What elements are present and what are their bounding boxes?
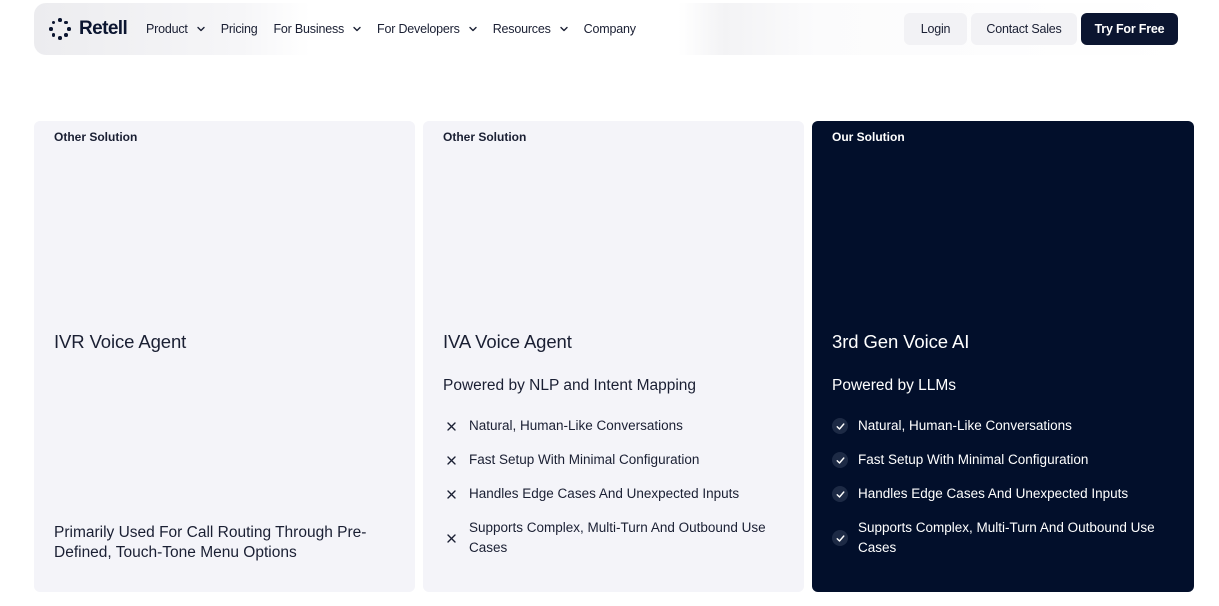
retell-logo-icon [49,18,71,40]
feature-item: Supports Complex, Multi-Turn And Outboun… [832,518,1177,558]
feature-item: Fast Setup With Minimal Configuration [443,450,788,470]
feature-item: Supports Complex, Multi-Turn And Outboun… [443,518,788,558]
nav-item-label: Pricing [220,22,258,36]
top-navbar: Retell Product Pricing For Business For … [34,3,1185,55]
contact-sales-button[interactable]: Contact Sales [971,13,1077,45]
feature-item: Handles Edge Cases And Unexpected Inputs [832,484,1177,504]
card-tag: Our Solution [832,130,905,144]
comparison-card-iva: Other Solution IVA Voice Agent Powered b… [423,121,804,592]
card-subtitle: Powered by NLP and Intent Mapping [443,377,697,394]
nav-item-pricing[interactable]: Pricing [221,22,258,36]
feature-text: Handles Edge Cases And Unexpected Inputs [858,486,1129,501]
feature-text: Supports Complex, Multi-Turn And Outboun… [858,520,1155,555]
try-for-free-button[interactable]: Try For Free [1081,13,1178,45]
card-title: IVA Voice Agent [443,331,572,352]
feature-text: Handles Edge Cases And Unexpected Inputs [469,486,740,501]
login-button[interactable]: Login [904,13,967,45]
card-subtitle: Powered by LLMs [832,377,957,394]
chevron-down-icon [353,26,361,32]
x-icon [443,418,459,434]
feature-text: Fast Setup With Minimal Configuration [858,452,1089,467]
chevron-down-icon [196,26,205,32]
feature-list: Natural, Human-Like Conversations Fast S… [443,416,788,558]
feature-item: Fast Setup With Minimal Configuration [832,450,1177,470]
nav-item-product[interactable]: Product [146,22,205,36]
brand-logo[interactable]: Retell [49,17,128,41]
feature-text: Supports Complex, Multi-Turn And Outboun… [469,520,766,555]
nav-item-for-developers[interactable]: For Developers [377,22,477,36]
chevron-down-icon [469,26,477,32]
brand-name: Retell [79,18,128,39]
feature-text: Natural, Human-Like Conversations [469,418,683,433]
check-icon [832,530,848,546]
x-icon [443,530,459,546]
nav-item-label: Product [146,22,188,36]
feature-item: Handles Edge Cases And Unexpected Inputs [443,484,788,504]
nav-item-label: Company [583,22,636,36]
x-icon [443,452,459,468]
nav-item-label: For Business [273,22,345,36]
check-icon [832,486,848,502]
nav-item-for-business[interactable]: For Business [274,22,362,36]
card-tag: Other Solution [54,130,138,144]
check-icon [832,418,848,434]
comparison-card-ivr: Other Solution IVR Voice Agent Primarily… [34,121,415,592]
nav-item-company[interactable]: Company [584,22,636,36]
nav-item-label: For Developers [377,22,460,36]
nav-item-resources[interactable]: Resources [493,22,568,36]
feature-text: Fast Setup With Minimal Configuration [469,452,700,467]
feature-item: Natural, Human-Like Conversations [443,416,788,436]
feature-text: Natural, Human-Like Conversations [858,418,1072,433]
card-title: 3rd Gen Voice AI [832,331,970,352]
main-menu: Product Pricing For Business For Develop… [146,3,652,55]
nav-item-label: Resources [492,22,551,36]
card-title: IVR Voice Agent [54,331,187,352]
chevron-down-icon [559,26,568,32]
comparison-card-3rd-gen: Our Solution 3rd Gen Voice AI Powered by… [812,121,1194,592]
feature-item: Natural, Human-Like Conversations [832,416,1177,436]
card-description: Primarily Used For Call Routing Through … [54,524,367,561]
check-icon [832,452,848,468]
card-tag: Other Solution [443,130,527,144]
x-icon [443,486,459,502]
feature-list: Natural, Human-Like Conversations Fast S… [832,416,1177,558]
